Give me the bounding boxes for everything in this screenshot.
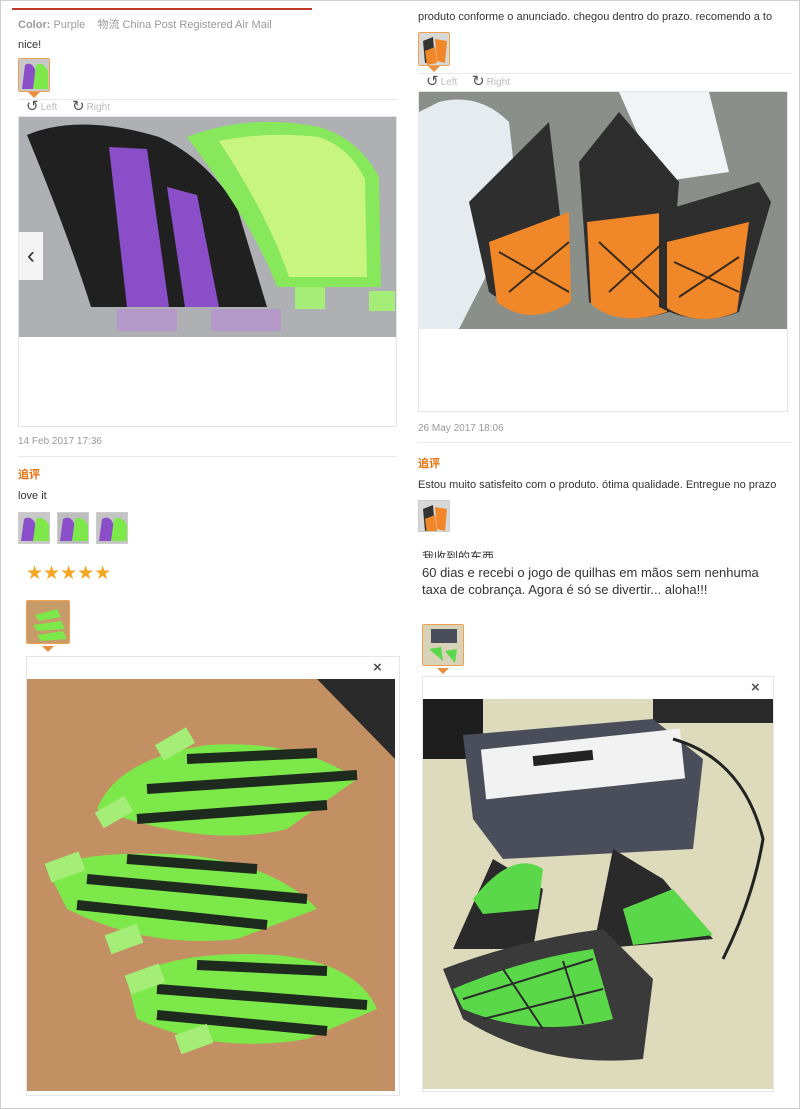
review-panel-right-top: produto conforme o anunciado. chegou den… <box>412 4 792 544</box>
followup-text: Estou muito satisfeito com o produto. ót… <box>418 479 777 491</box>
review-panel-right-bottom: 我收到的东西 60 dias e recebi o jogo de quilha… <box>416 548 792 1096</box>
review-text: 60 dias e recebi o jogo de quilhas em mã… <box>422 565 759 597</box>
review-text: nice! <box>18 39 42 51</box>
followup-thumbnail-3[interactable] <box>96 512 128 544</box>
followup-thumbnail-2[interactable] <box>57 512 89 544</box>
review-photo[interactable] <box>419 92 787 329</box>
rating-stars: ★★★★★ <box>26 563 112 584</box>
review-thumbnail[interactable] <box>418 32 450 66</box>
image-viewer: ‹ <box>18 116 397 427</box>
rotate-left-icon: ↺ <box>26 98 39 115</box>
rotate-right-label: Right <box>86 101 110 113</box>
followup-label: 追评 <box>418 458 440 470</box>
sku-info: Color: Purple 物流 China Post Registered A… <box>18 16 272 32</box>
rotate-left-label: Left <box>440 76 458 88</box>
image-viewer <box>418 91 788 412</box>
review-photo[interactable] <box>423 699 773 1089</box>
rotate-right-label: Right <box>486 76 510 88</box>
prev-image-button[interactable]: ‹ <box>19 232 43 280</box>
review-thumbnail[interactable] <box>26 600 70 644</box>
followup-thumbnail-1[interactable] <box>418 500 450 532</box>
followup-label: 追评 <box>18 469 40 481</box>
rotate-left-label: Left <box>40 101 58 113</box>
thumbnail-pointer <box>42 646 54 652</box>
divider <box>18 456 397 457</box>
chevron-left-icon: ‹ <box>27 242 35 269</box>
review-text: produto conforme o anunciado. chegou den… <box>418 11 773 23</box>
color-value: Purple <box>53 19 86 31</box>
partial-heading: 我收到的东西 <box>422 550 495 558</box>
review-date: 26 May 2017 18:06 <box>418 423 504 434</box>
review-date: 14 Feb 2017 17:36 <box>18 436 102 447</box>
rotate-right-button[interactable]: ↻ Right <box>472 73 510 90</box>
tab-underline <box>12 8 312 10</box>
image-viewer: × <box>26 656 400 1096</box>
thumbnail-pointer <box>428 66 440 72</box>
shipping-method: 物流 China Post Registered Air Mail <box>97 19 272 31</box>
rotate-left-icon: ↺ <box>426 73 439 90</box>
review-thumbnail[interactable] <box>18 58 50 92</box>
rotate-right-icon: ↻ <box>72 98 85 115</box>
review-photo[interactable] <box>27 679 395 1091</box>
review-panel-left-bottom: ★★★★★ × <box>20 556 400 1096</box>
rotate-left-button[interactable]: ↺ Left <box>26 98 58 115</box>
close-icon[interactable]: × <box>751 679 760 696</box>
rotate-right-button[interactable]: ↻ Right <box>72 98 110 115</box>
followup-text: love it <box>18 490 47 502</box>
rotate-right-icon: ↻ <box>472 73 485 90</box>
review-thumbnail[interactable] <box>422 624 464 666</box>
thumbnail-pointer <box>437 668 449 674</box>
image-viewer: × <box>422 676 774 1092</box>
divider <box>418 442 792 443</box>
close-icon[interactable]: × <box>373 659 382 676</box>
review-panel-left-top: Color: Purple 物流 China Post Registered A… <box>12 8 397 548</box>
review-photo[interactable] <box>19 117 396 337</box>
rotate-left-button[interactable]: ↺ Left <box>426 73 458 90</box>
color-label: Color: <box>18 19 51 31</box>
followup-thumbnail-1[interactable] <box>18 512 50 544</box>
